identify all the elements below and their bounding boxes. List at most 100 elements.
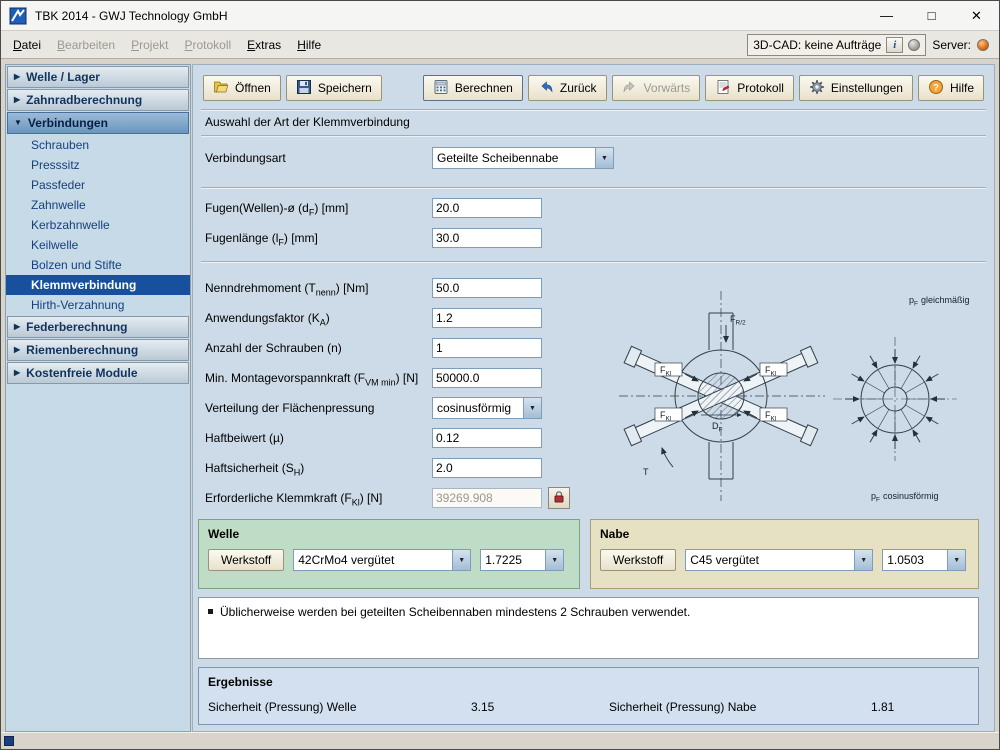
mu-label: Haftbeiwert (µ) <box>205 431 432 445</box>
welle-material-number: 1.7225 <box>481 550 545 570</box>
sidebar-item-zahnwelle[interactable]: Zahnwelle <box>6 195 190 215</box>
verteilung-label: Verteilung der Flächenpressung <box>205 401 432 415</box>
sidebar-item-hirth-verzahnung[interactable]: Hirth-Verzahnung <box>6 295 190 315</box>
maximize-button[interactable]: □ <box>909 1 954 31</box>
server-label: Server: <box>932 38 971 52</box>
d-f-input[interactable] <box>432 198 542 218</box>
l-f-label: Fugenlänge (lF) [mm] <box>205 231 432 245</box>
redo-arrow-icon <box>622 79 638 98</box>
open-button[interactable]: Öffnen <box>203 75 281 101</box>
mu-input[interactable] <box>432 428 542 448</box>
back-label: Zurück <box>560 81 597 95</box>
material-panel-welle: Welle Werkstoff 42CrMo4 vergütet ▼ 1.722… <box>198 519 580 589</box>
navigation-sidebar: ▶ Welle / Lager ▶ Zahnradberechnung ▼ Ve… <box>5 64 191 732</box>
protocol-button[interactable]: Protokoll <box>705 75 794 101</box>
verbindungsart-label: Verbindungsart <box>205 151 432 165</box>
sidebar-section-federberechnung[interactable]: ▶ Federberechnung <box>7 316 189 338</box>
chevron-right-icon: ▶ <box>14 323 20 331</box>
save-label: Speichern <box>318 81 372 95</box>
sidebar-item-klemmverbindung[interactable]: Klemmverbindung <box>6 275 190 295</box>
l-f-input[interactable] <box>432 228 542 248</box>
menu-item-projekt: Projekt <box>123 34 176 56</box>
verbindungsart-select[interactable]: Geteilte Scheibennabe ▼ <box>432 147 614 169</box>
k-a-input[interactable] <box>432 308 542 328</box>
help-icon: ? <box>928 79 944 98</box>
cad-status-text: 3D-CAD: keine Aufträge <box>753 38 881 52</box>
sidebar-item-keilwelle[interactable]: Keilwelle <box>6 235 190 255</box>
info-button[interactable]: i <box>886 37 903 53</box>
f-vm-input[interactable] <box>432 368 542 388</box>
d-f-label: Fugen(Wellen)-ø (dF) [mm] <box>205 201 432 215</box>
svg-text:T: T <box>643 467 649 477</box>
welle-material-select[interactable]: 42CrMo4 vergütet ▼ <box>293 549 471 571</box>
menu-bar: Datei Bearbeiten Projekt Protokoll Extra… <box>1 31 999 59</box>
calculator-icon <box>433 79 449 98</box>
section-label: Riemenberechnung <box>26 343 138 357</box>
svg-text:pFcosinusförmig: pFcosinusförmig <box>871 491 939 504</box>
sidebar-item-schrauben[interactable]: Schrauben <box>6 135 190 155</box>
chevron-down-icon: ▼ <box>595 148 613 168</box>
sidebar-section-riemenberechnung[interactable]: ▶ Riemenberechnung <box>7 339 189 361</box>
s-h-input[interactable] <box>432 458 542 478</box>
chevron-down-icon: ▼ <box>545 550 563 570</box>
nabe-material-number-select[interactable]: 1.0503 ▼ <box>882 549 966 571</box>
menu-item-protokoll: Protokoll <box>176 34 239 56</box>
clamp-connection-diagram: FKl FKl FKl FKl FR/2 DF T <box>613 287 988 505</box>
sidebar-section-zahnradberechnung[interactable]: ▶ Zahnradberechnung <box>7 89 189 111</box>
gear-icon <box>809 79 825 98</box>
sidebar-section-verbindungen[interactable]: ▼ Verbindungen <box>7 112 189 134</box>
verbindungsart-value: Geteilte Scheibennabe <box>433 148 595 168</box>
sidebar-item-passfeder[interactable]: Passfeder <box>6 175 190 195</box>
verteilung-select[interactable]: cosinusförmig ▼ <box>432 397 542 419</box>
sidebar-item-kerbzahnwelle[interactable]: Kerbzahnwelle <box>6 215 190 235</box>
menu-item-bearbeiten: Bearbeiten <box>49 34 123 56</box>
lock-button[interactable] <box>548 487 570 509</box>
calculate-button[interactable]: Berechnen <box>423 75 523 101</box>
sidebar-section-kostenfreie-module[interactable]: ▶ Kostenfreie Module <box>7 362 189 384</box>
floppy-disk-icon <box>296 79 312 98</box>
menu-item-extras[interactable]: Extras <box>239 34 289 56</box>
close-button[interactable]: ✕ <box>954 1 999 31</box>
menu-item-hilfe[interactable]: Hilfe <box>289 34 329 56</box>
settings-label: Einstellungen <box>831 81 903 95</box>
bullet-icon <box>208 609 213 614</box>
chevron-down-icon: ▼ <box>854 550 872 570</box>
toolbar: Öffnen Speichern Berechnen Zurück V <box>203 75 984 101</box>
n-input[interactable] <box>432 338 542 358</box>
material-panel-nabe: Nabe Werkstoff C45 vergütet ▼ 1.0503 ▼ <box>590 519 979 589</box>
main-panel: Öffnen Speichern Berechnen Zurück V <box>192 64 995 732</box>
cad-status-led <box>908 39 920 51</box>
result-nabe-label: Sicherheit (Pressung) Nabe <box>609 700 756 714</box>
minimize-button[interactable]: — <box>864 1 909 31</box>
status-bar <box>1 732 999 749</box>
server-status-led <box>977 39 989 51</box>
results-title: Ergebnisse <box>199 668 978 689</box>
svg-text:pFgleichmäßig: pFgleichmäßig <box>909 295 970 308</box>
help-button[interactable]: ? Hilfe <box>918 75 984 101</box>
welle-material-number-select[interactable]: 1.7225 ▼ <box>480 549 564 571</box>
app-logo-icon <box>9 7 27 25</box>
sidebar-section-welle-lager[interactable]: ▶ Welle / Lager <box>7 66 189 88</box>
hint-text: Üblicherweise werden bei geteilten Schei… <box>220 605 690 619</box>
f-kl-output <box>432 488 542 508</box>
sidebar-item-bolzen-und-stifte[interactable]: Bolzen und Stifte <box>6 255 190 275</box>
menu-item-datei[interactable]: Datei <box>5 34 49 56</box>
save-button[interactable]: Speichern <box>286 75 382 101</box>
back-button[interactable]: Zurück <box>528 75 607 101</box>
result-welle-value: 3.15 <box>471 700 494 714</box>
title-bar: TBK 2014 - GWJ Technology GmbH — □ ✕ <box>1 1 999 31</box>
t-nenn-input[interactable] <box>432 278 542 298</box>
forward-label: Vorwärts <box>644 81 691 95</box>
settings-button[interactable]: Einstellungen <box>799 75 913 101</box>
welle-werkstoff-button[interactable]: Werkstoff <box>208 549 284 571</box>
nabe-material-value: C45 vergütet <box>686 550 854 570</box>
section-label: Federberechnung <box>26 320 127 334</box>
chevron-down-icon: ▼ <box>523 398 541 418</box>
section-title: Auswahl der Art der Klemmverbindung <box>205 115 410 129</box>
nabe-werkstoff-button[interactable]: Werkstoff <box>600 549 676 571</box>
sidebar-item-presssitz[interactable]: Presssitz <box>6 155 190 175</box>
section-label: Zahnradberechnung <box>26 93 142 107</box>
nabe-material-select[interactable]: C45 vergütet ▼ <box>685 549 873 571</box>
open-folder-icon <box>213 79 229 98</box>
hint-panel: Üblicherweise werden bei geteilten Schei… <box>198 597 979 659</box>
